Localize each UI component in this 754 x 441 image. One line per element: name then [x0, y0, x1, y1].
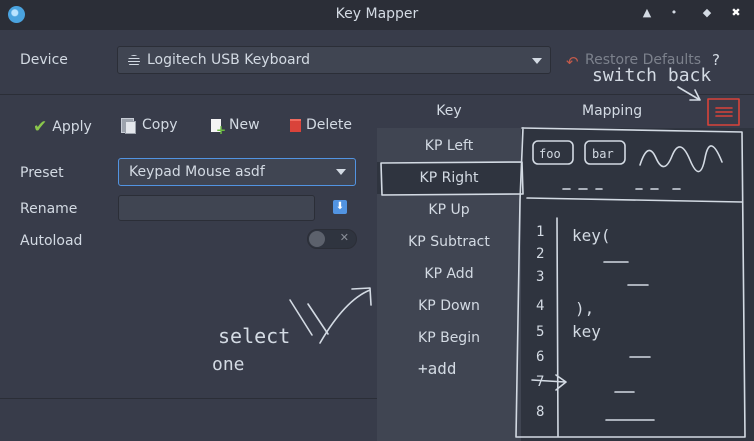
- autoload-label: Autoload: [20, 233, 83, 249]
- rename-label: Rename: [20, 201, 78, 217]
- new-file-icon: [211, 118, 226, 137]
- delete-label: Delete: [306, 117, 352, 133]
- autoload-toggle[interactable]: ✕: [307, 229, 357, 249]
- key-column-header: Key: [377, 95, 521, 128]
- keep-above-icon[interactable]: ▲: [640, 6, 654, 19]
- copy-button[interactable]: Copy: [121, 117, 178, 134]
- key-item[interactable]: KP Begin: [377, 322, 521, 354]
- new-button[interactable]: New: [211, 117, 260, 137]
- undo-icon[interactable]: ↶: [566, 53, 579, 71]
- maximize-icon[interactable]: ◆: [700, 6, 714, 19]
- key-item[interactable]: KP Add: [377, 258, 521, 290]
- key-list: Key KP Left KP Right KP Up KP Subtract K…: [377, 95, 521, 441]
- preset-select[interactable]: Keypad Mouse asdf: [118, 158, 356, 186]
- chevron-down-icon: [336, 169, 346, 175]
- restore-defaults-button[interactable]: Restore Defaults: [585, 52, 701, 68]
- help-button[interactable]: ?: [712, 51, 720, 69]
- divider: [0, 398, 377, 399]
- key-item[interactable]: KP Up: [377, 194, 521, 226]
- device-value: Logitech USB Keyboard: [147, 52, 311, 68]
- key-item[interactable]: KP Down: [377, 290, 521, 322]
- preset-panel: ✔ Apply Copy New Delete Preset Keypad Mo…: [0, 95, 377, 441]
- copy-label: Copy: [142, 117, 178, 133]
- key-item[interactable]: KP Subtract: [377, 226, 521, 258]
- keyboard-icon: [128, 55, 140, 67]
- checkmark-icon: ✔: [33, 117, 48, 137]
- mapping-panel: Mapping: [521, 95, 754, 441]
- minimize-icon[interactable]: •: [667, 6, 681, 19]
- save-icon[interactable]: ⬇: [333, 200, 347, 214]
- key-item[interactable]: KP Left: [377, 130, 521, 162]
- copy-icon: [121, 117, 136, 134]
- preset-value: Keypad Mouse asdf: [129, 164, 265, 180]
- preset-label: Preset: [20, 165, 64, 181]
- key-item-selected[interactable]: KP Right: [377, 162, 521, 194]
- trash-icon: [290, 118, 301, 132]
- new-label: New: [229, 117, 260, 133]
- close-icon[interactable]: ✖: [729, 6, 743, 19]
- rename-input[interactable]: [118, 195, 315, 221]
- mapping-header-bar: Mapping: [521, 95, 754, 128]
- title-bar: Key Mapper ▲ • ◆ ✖: [0, 0, 754, 30]
- apply-label: Apply: [52, 119, 92, 135]
- chevron-down-icon: [532, 58, 542, 64]
- device-select[interactable]: Logitech USB Keyboard: [117, 46, 551, 74]
- toggle-knob: [309, 231, 325, 247]
- toggle-off-icon: ✕: [339, 231, 349, 244]
- delete-button[interactable]: Delete: [290, 117, 352, 133]
- mapping-column-header: Mapping: [582, 103, 643, 119]
- apply-button[interactable]: ✔ Apply: [33, 117, 92, 137]
- device-label: Device: [20, 52, 68, 68]
